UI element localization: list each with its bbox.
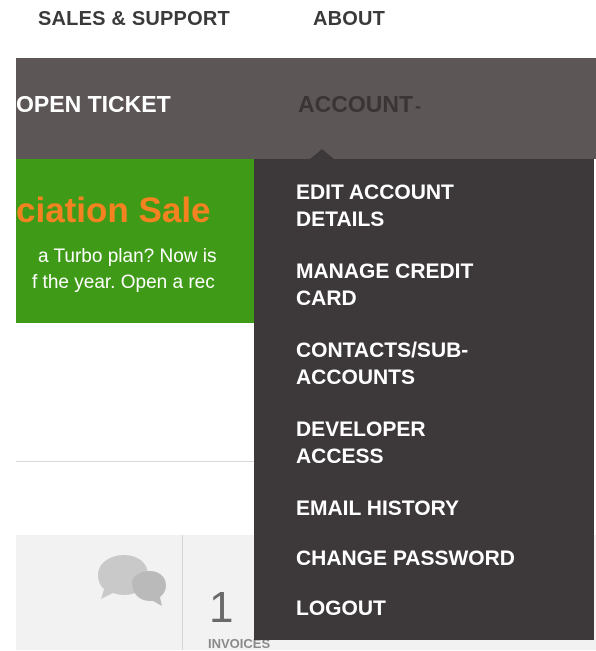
promo-banner-text-line-1: a Turbo plan? Now is <box>38 246 217 267</box>
section-divider <box>16 461 256 462</box>
menu-item-edit-account-details[interactable]: EDIT ACCOUNT DETAILS <box>296 179 576 233</box>
menu-item-manage-credit-card[interactable]: MANAGE CREDIT CARD <box>296 258 576 312</box>
menu-item-developer-access[interactable]: DEVELOPER ACCESS <box>296 416 576 470</box>
stats-column-divider <box>182 535 183 650</box>
menu-item-contacts-sub-accounts[interactable]: CONTACTS/SUB- ACCOUNTS <box>296 337 576 391</box>
secondary-navigation: OPEN TICKET ACCOUNT - <box>16 58 596 159</box>
invoices-count: 1 <box>209 583 234 632</box>
menu-item-change-password[interactable]: CHANGE PASSWORD <box>296 545 576 572</box>
account-menu-label: ACCOUNT <box>298 91 413 117</box>
nav-link-about[interactable]: ABOUT <box>313 8 385 31</box>
top-navigation: SALES & SUPPORT ABOUT <box>0 0 596 58</box>
caret-down-icon: - <box>415 96 421 116</box>
promo-banner-text-line-2: f the year. Open a rec <box>32 272 215 293</box>
dropdown-pointer <box>310 149 334 159</box>
nav-link-sales-support[interactable]: SALES & SUPPORT <box>38 8 230 31</box>
menu-item-email-history[interactable]: EMAIL HISTORY <box>296 495 576 522</box>
chat-bubbles-icon[interactable] <box>92 553 168 620</box>
nav-link-open-ticket[interactable]: OPEN TICKET <box>16 91 171 118</box>
account-menu-toggle[interactable]: ACCOUNT - <box>298 91 421 118</box>
promo-banner-title: ciation Sale <box>16 191 211 230</box>
account-dropdown-menu: EDIT ACCOUNT DETAILS MANAGE CREDIT CARD … <box>254 149 594 640</box>
menu-item-logout[interactable]: LOGOUT <box>296 595 576 622</box>
promo-banner[interactable]: ciation Sale a Turbo plan? Now is f the … <box>16 159 256 323</box>
